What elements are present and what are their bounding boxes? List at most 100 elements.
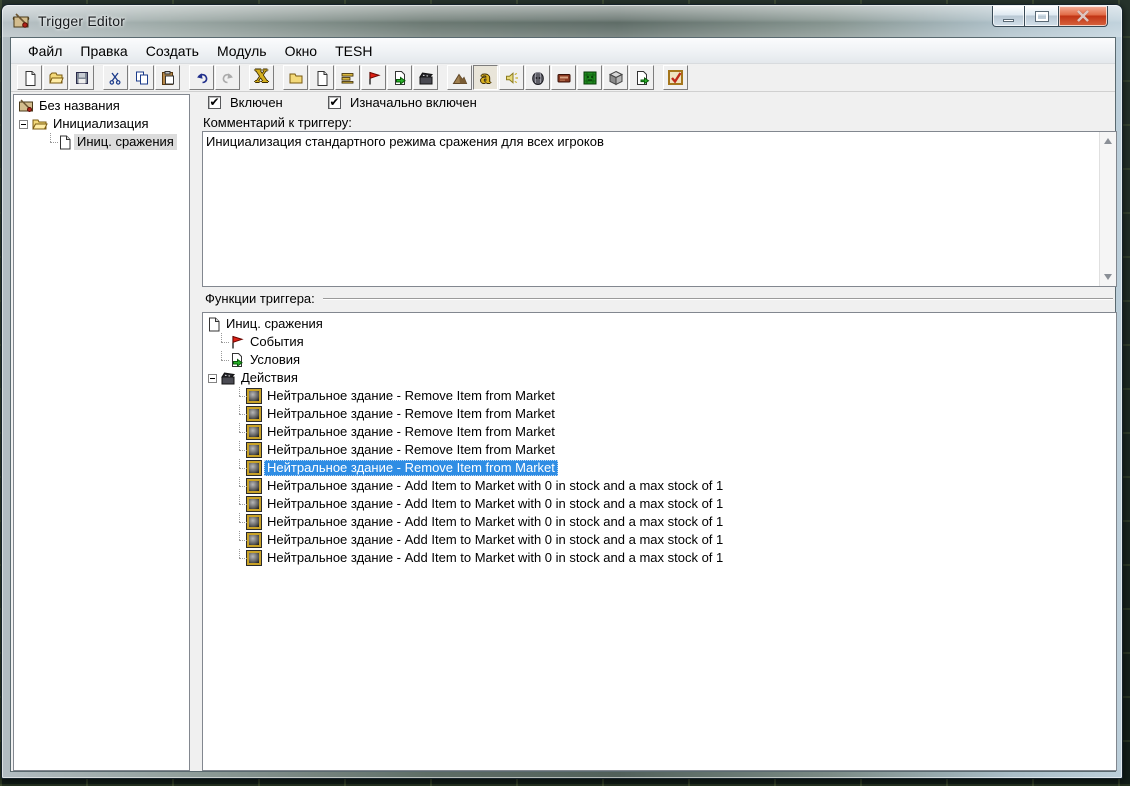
window-controls	[992, 6, 1108, 27]
action-clapper-icon	[418, 71, 433, 84]
action-row[interactable]: Нейтральное здание - Remove Item from Ma…	[203, 441, 1116, 459]
sound-editor-button[interactable]	[499, 65, 524, 90]
new-comment-button[interactable]	[335, 65, 360, 90]
object-manager-cube-icon	[608, 70, 623, 85]
menu-bar: Файл Правка Создать Модуль Окно TESH	[11, 38, 1115, 64]
object-editor-button[interactable]	[525, 65, 550, 90]
tree-connector	[233, 423, 247, 441]
redo-button[interactable]	[215, 65, 240, 90]
trigger-editor-button[interactable]: a	[473, 65, 498, 90]
action-row-selected[interactable]: Нейтральное здание - Remove Item from Ma…	[203, 459, 1116, 477]
new-trigger-button[interactable]	[309, 65, 334, 90]
new-event-button[interactable]	[361, 65, 386, 90]
initially-on-label: Изначально включен	[350, 95, 477, 110]
undo-button[interactable]	[189, 65, 214, 90]
tree-connector	[233, 477, 247, 495]
market-item-icon	[246, 532, 262, 548]
event-flag-icon	[229, 334, 245, 350]
enabled-checkbox[interactable]: ✔	[208, 96, 221, 109]
menu-module[interactable]: Модуль	[208, 40, 276, 62]
condition-icon	[394, 70, 406, 85]
copy-button[interactable]	[129, 65, 154, 90]
scroll-up-icon[interactable]	[1104, 138, 1112, 144]
market-item-icon	[246, 442, 262, 458]
menu-tesh[interactable]: TESH	[326, 40, 381, 62]
delete-button[interactable]: X	[249, 65, 274, 90]
action-row[interactable]: Нейтральное здание - Add Item to Market …	[203, 549, 1116, 567]
tree-item-trigger[interactable]: Иниц. сражения	[14, 133, 189, 151]
market-item-icon	[246, 514, 262, 530]
actions-row[interactable]: Действия	[203, 369, 1116, 387]
new-category-button[interactable]	[283, 65, 308, 90]
menu-edit[interactable]: Правка	[71, 40, 136, 62]
action-row[interactable]: Нейтральное здание - Remove Item from Ma…	[203, 423, 1116, 441]
desktop-background: Trigger Editor Файл Правка Создать Модул…	[0, 0, 1130, 786]
action-row[interactable]: Нейтральное здание - Add Item to Market …	[203, 531, 1116, 549]
minimize-icon	[1003, 18, 1014, 22]
scissors-icon	[108, 72, 121, 85]
trigger-tree-panel[interactable]: Без названия Инициализация Иниц. сражени…	[13, 94, 190, 771]
functions-tree-panel[interactable]: Иниц. сражения События Условия Действия …	[202, 312, 1117, 771]
tree-item-category[interactable]: Инициализация	[14, 115, 189, 133]
trigger-page-icon	[58, 135, 72, 150]
action-row[interactable]: Нейтральное здание - Remove Item from Ma…	[203, 387, 1116, 405]
market-item-icon	[246, 388, 262, 404]
tree-label-category: Инициализация	[53, 116, 149, 131]
save-map-button[interactable]	[69, 65, 94, 90]
divider-line	[205, 298, 1113, 300]
events-label: События	[250, 334, 304, 349]
initially-on-checkbox[interactable]: ✔	[328, 96, 341, 109]
action-label: Нейтральное здание - Remove Item from Ma…	[264, 460, 558, 476]
open-folder-icon	[48, 72, 64, 83]
new-map-button[interactable]	[17, 65, 42, 90]
scroll-down-icon[interactable]	[1104, 274, 1112, 280]
comment-scrollbar[interactable]	[1099, 132, 1116, 286]
minimize-button[interactable]	[992, 6, 1025, 27]
campaign-editor-button[interactable]	[551, 65, 576, 90]
trigger-options-row: ✔ Включен ✔ Изначально включен	[204, 95, 1113, 113]
comment-bars-icon	[341, 72, 353, 84]
tree-connector	[233, 495, 247, 513]
test-map-button[interactable]	[663, 65, 688, 90]
collapse-expander-icon[interactable]	[19, 119, 28, 129]
paste-icon	[161, 70, 174, 85]
new-page-icon	[25, 70, 35, 86]
cut-button[interactable]	[103, 65, 128, 90]
toolbar: X a	[11, 64, 1115, 92]
new-condition-button[interactable]	[387, 65, 412, 90]
open-map-button[interactable]	[43, 65, 68, 90]
tree-label-map: Без названия	[39, 98, 120, 113]
ai-editor-button[interactable]	[577, 65, 602, 90]
menu-window[interactable]: Окно	[276, 40, 327, 62]
conditions-row[interactable]: Условия	[203, 351, 1116, 369]
action-row[interactable]: Нейтральное здание - Add Item to Market …	[203, 513, 1116, 531]
check-icon: ✔	[209, 95, 220, 109]
functions-label: Функции триггера:	[203, 291, 323, 306]
tree-item-map-root[interactable]: Без названия	[14, 97, 189, 115]
titlebar[interactable]: Trigger Editor	[2, 5, 1122, 37]
close-button[interactable]	[1059, 6, 1108, 27]
tree-connector	[215, 333, 229, 351]
func-root-row[interactable]: Иниц. сражения	[203, 315, 1116, 333]
conditions-label: Условия	[250, 352, 301, 367]
comment-textarea[interactable]: Инициализация стандартного режима сражен…	[202, 131, 1117, 287]
maximize-button[interactable]	[1025, 6, 1059, 27]
events-row[interactable]: События	[203, 333, 1116, 351]
terrain-editor-button[interactable]	[447, 65, 472, 90]
import-manager-button[interactable]	[629, 65, 654, 90]
menu-create[interactable]: Создать	[137, 40, 208, 62]
tree-connector	[233, 549, 247, 567]
action-row[interactable]: Нейтральное здание - Remove Item from Ma…	[203, 405, 1116, 423]
action-row[interactable]: Нейтральное здание - Add Item to Market …	[203, 495, 1116, 513]
tree-label-trigger: Иниц. сражения	[74, 134, 177, 150]
func-root-label: Иниц. сражения	[226, 316, 323, 331]
menu-file[interactable]: Файл	[19, 40, 71, 62]
paste-button[interactable]	[155, 65, 180, 90]
new-action-button[interactable]	[413, 65, 438, 90]
collapse-expander-icon[interactable]	[208, 373, 217, 383]
action-label: Нейтральное здание - Remove Item from Ma…	[267, 424, 555, 439]
action-row[interactable]: Нейтральное здание - Add Item to Market …	[203, 477, 1116, 495]
object-manager-button[interactable]	[603, 65, 628, 90]
client-area: Файл Правка Создать Модуль Окно TESH X a…	[10, 37, 1117, 772]
trigger-page-icon	[207, 317, 221, 332]
